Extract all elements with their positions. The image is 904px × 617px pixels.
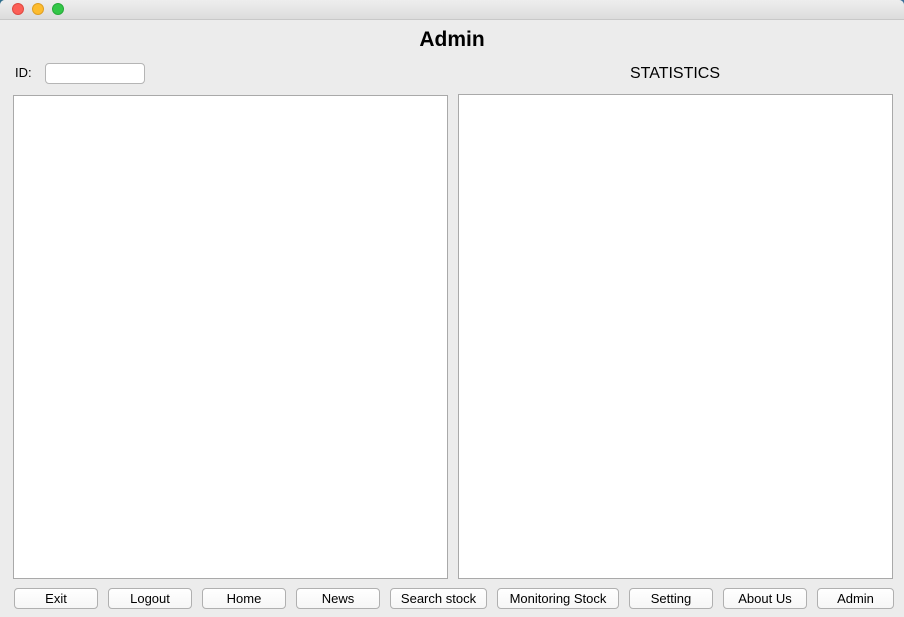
news-button[interactable]: News <box>296 588 380 609</box>
admin-list-panel[interactable] <box>13 95 448 579</box>
app-window: Admin ID: STATISTICS Exit Logout Home Ne… <box>0 0 904 617</box>
title-bar[interactable] <box>0 0 904 20</box>
zoom-window-button[interactable] <box>52 3 64 15</box>
logout-button[interactable]: Logout <box>108 588 192 609</box>
admin-button[interactable]: Admin <box>817 588 894 609</box>
page-title: Admin <box>419 28 485 51</box>
statistics-title: STATISTICS <box>629 65 721 82</box>
setting-button[interactable]: Setting <box>629 588 713 609</box>
home-button[interactable]: Home <box>202 588 286 609</box>
monitoring-stock-button[interactable]: Monitoring Stock <box>497 588 619 609</box>
id-input[interactable] <box>45 63 145 84</box>
id-label: ID: <box>15 65 32 80</box>
statistics-panel[interactable] <box>458 94 893 579</box>
close-window-button[interactable] <box>12 3 24 15</box>
exit-button[interactable]: Exit <box>14 588 98 609</box>
search-stock-button[interactable]: Search stock <box>390 588 487 609</box>
minimize-window-button[interactable] <box>32 3 44 15</box>
about-us-button[interactable]: About Us <box>723 588 807 609</box>
